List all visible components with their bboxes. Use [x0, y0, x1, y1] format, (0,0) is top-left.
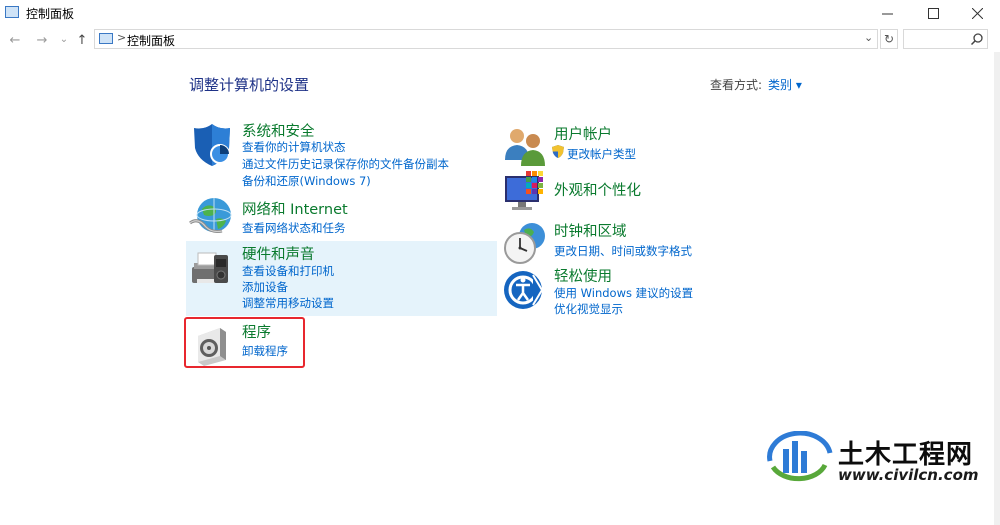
link-windows-recommended-settings[interactable]: 使用 Windows 建议的设置 — [554, 285, 693, 301]
search-icon[interactable] — [970, 32, 984, 46]
category-network-internet[interactable]: 网络和 Internet — [242, 198, 348, 219]
link-mobility-settings[interactable]: 调整常用移动设置 — [242, 295, 334, 311]
link-devices-printers[interactable]: 查看设备和打印机 — [242, 263, 334, 279]
link-change-account-type[interactable]: 更改帐户类型 — [567, 146, 636, 162]
clock-globe-icon — [504, 223, 545, 264]
category-clock-region[interactable]: 时钟和区域 — [554, 220, 627, 241]
back-button[interactable]: ← — [6, 31, 24, 49]
link-optimize-visual-display[interactable]: 优化视觉显示 — [554, 301, 623, 317]
up-button[interactable]: ↑ — [73, 31, 91, 49]
network-globe-icon — [189, 198, 232, 233]
chevron-down-icon: ⌄ — [59, 33, 69, 45]
printer-icon — [192, 252, 228, 283]
refresh-button[interactable]: ↻ — [880, 29, 898, 49]
window-title: 控制面板 — [26, 7, 75, 21]
title-bar — [0, 0, 1000, 26]
maximize-button[interactable] — [910, 0, 956, 26]
link-network-status-tasks[interactable]: 查看网络状态和任务 — [242, 220, 346, 236]
window-right-border — [994, 52, 1000, 525]
forward-button[interactable]: → — [33, 31, 51, 49]
programs-highlight-box — [184, 317, 305, 368]
control-panel-app-icon — [5, 6, 19, 18]
link-add-device[interactable]: 添加设备 — [242, 279, 288, 295]
close-icon — [971, 7, 983, 19]
control-panel-address-icon — [99, 33, 113, 44]
minimize-button[interactable] — [864, 0, 910, 26]
address-bar[interactable] — [94, 29, 878, 49]
refresh-icon: ↻ — [883, 32, 895, 46]
user-accounts-icon — [505, 129, 545, 166]
category-hardware-sound[interactable]: 硬件和声音 — [242, 243, 315, 264]
ease-of-access-icon — [504, 271, 544, 309]
category-ease-of-access[interactable]: 轻松使用 — [554, 265, 612, 286]
watermark-url: www.civilcn.com — [838, 466, 979, 484]
address-dropdown-icon[interactable]: ⌄ — [864, 31, 873, 44]
category-system-security[interactable]: 系统和安全 — [242, 120, 315, 141]
civilcn-logo — [767, 431, 833, 482]
view-by-label: 查看方式: — [710, 78, 763, 92]
recent-locations-button[interactable]: ⌄ — [55, 30, 73, 48]
view-by-dropdown[interactable]: 类别 ▾ — [768, 76, 802, 93]
link-view-computer-status[interactable]: 查看你的计算机状态 — [242, 139, 346, 155]
up-arrow-icon: ↑ — [76, 32, 88, 48]
uac-shield-icon — [552, 145, 564, 158]
close-button[interactable] — [954, 0, 1000, 26]
breadcrumb-control-panel[interactable]: 控制面板 — [127, 32, 175, 49]
shield-icon — [194, 124, 230, 166]
link-change-date-time-format[interactable]: 更改日期、时间或数字格式 — [554, 243, 692, 259]
page-title: 调整计算机的设置 — [189, 76, 310, 94]
minimize-icon — [881, 13, 893, 14]
appearance-monitor-icon — [505, 171, 543, 210]
category-appearance-personalization[interactable]: 外观和个性化 — [554, 179, 641, 200]
link-file-history-backup[interactable]: 通过文件历史记录保存你的文件备份副本 — [242, 156, 449, 172]
back-arrow-icon: ← — [9, 32, 21, 48]
maximize-icon — [927, 7, 939, 19]
category-user-accounts[interactable]: 用户帐户 — [554, 123, 612, 144]
breadcrumb-separator[interactable]: > — [117, 31, 126, 44]
link-backup-restore-win7[interactable]: 备份和还原(Windows 7) — [242, 173, 371, 189]
forward-arrow-icon: → — [36, 32, 48, 48]
